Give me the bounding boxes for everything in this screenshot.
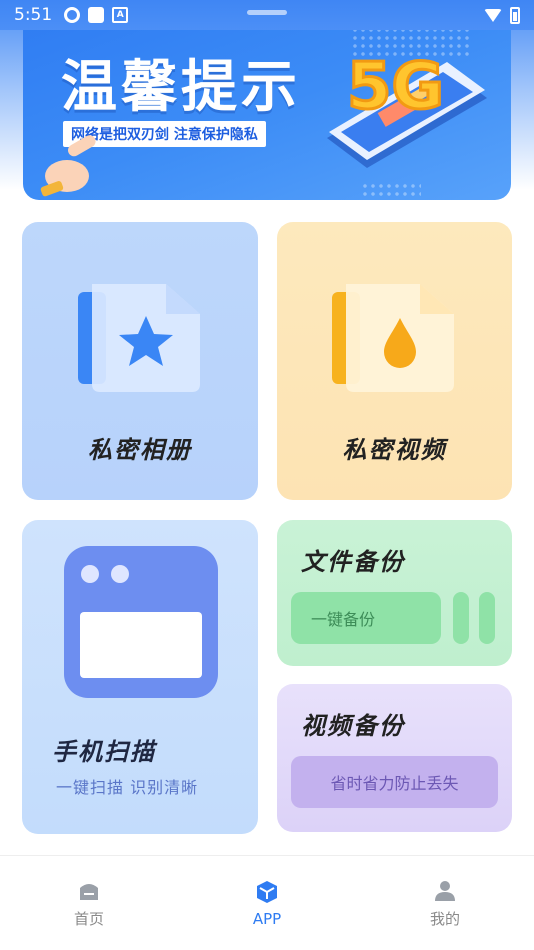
nav-label-home: 首页 — [73, 910, 104, 928]
decor-bar — [479, 592, 495, 644]
private-album-card[interactable]: 私密相册 — [22, 222, 258, 500]
drop-folder-icon — [332, 284, 454, 392]
nav-label-app: APP — [252, 910, 282, 928]
scanner-window-icon — [64, 546, 218, 698]
private-album-label: 私密相册 — [88, 436, 192, 464]
one-click-backup-button[interactable]: 一键备份 — [291, 592, 441, 644]
phone-5g-illustration: 5G — [327, 49, 487, 168]
nav-label-mine: 我的 — [429, 910, 460, 928]
phone-scan-title: 手机扫描 — [52, 738, 156, 766]
video-backup-card[interactable]: 视频备份 省时省力防止丢失 — [277, 684, 512, 832]
private-video-label: 私密视频 — [342, 436, 447, 464]
nav-item-app[interactable]: APP — [178, 856, 356, 950]
video-backup-button[interactable]: 省时省力防止丢失 — [291, 756, 498, 808]
settings-icon — [64, 7, 81, 23]
video-backup-title: 视频备份 — [301, 712, 405, 740]
battery-icon — [510, 6, 520, 24]
file-backup-card[interactable]: 文件备份 一键备份 — [277, 520, 512, 666]
phone-scan-card[interactable]: 手机扫描 一键扫描 识别清晰 — [22, 520, 258, 834]
badge-5g: 5G — [347, 50, 444, 124]
phone-scan-subtitle: 一键扫描 识别清晰 — [56, 778, 199, 797]
nav-item-mine[interactable]: 我的 — [356, 856, 534, 950]
star-folder-icon — [78, 284, 200, 392]
status-time: 5:51 — [14, 5, 53, 25]
nav-item-home[interactable]: 首页 — [0, 856, 178, 950]
wifi-icon — [484, 8, 502, 22]
cube-icon — [257, 881, 277, 903]
decor-bar — [453, 592, 469, 644]
app-notification-icon — [88, 7, 105, 23]
bottom-nav: 首页 APP 我的 — [0, 855, 534, 950]
pointing-hand-icon — [40, 135, 96, 197]
keyboard-icon: A — [112, 7, 129, 23]
home-icon — [80, 884, 98, 900]
notch-indicator — [247, 10, 287, 15]
file-backup-title: 文件备份 — [301, 548, 405, 576]
private-video-card[interactable]: 私密视频 — [277, 222, 512, 500]
banner-title: 温馨提示 — [61, 55, 301, 120]
tips-banner[interactable]: 温馨提示 网络是把双刃剑 注意保护隐私 5G — [23, 12, 511, 200]
status-bar: 5:51 A — [0, 0, 534, 30]
user-icon — [435, 881, 455, 901]
